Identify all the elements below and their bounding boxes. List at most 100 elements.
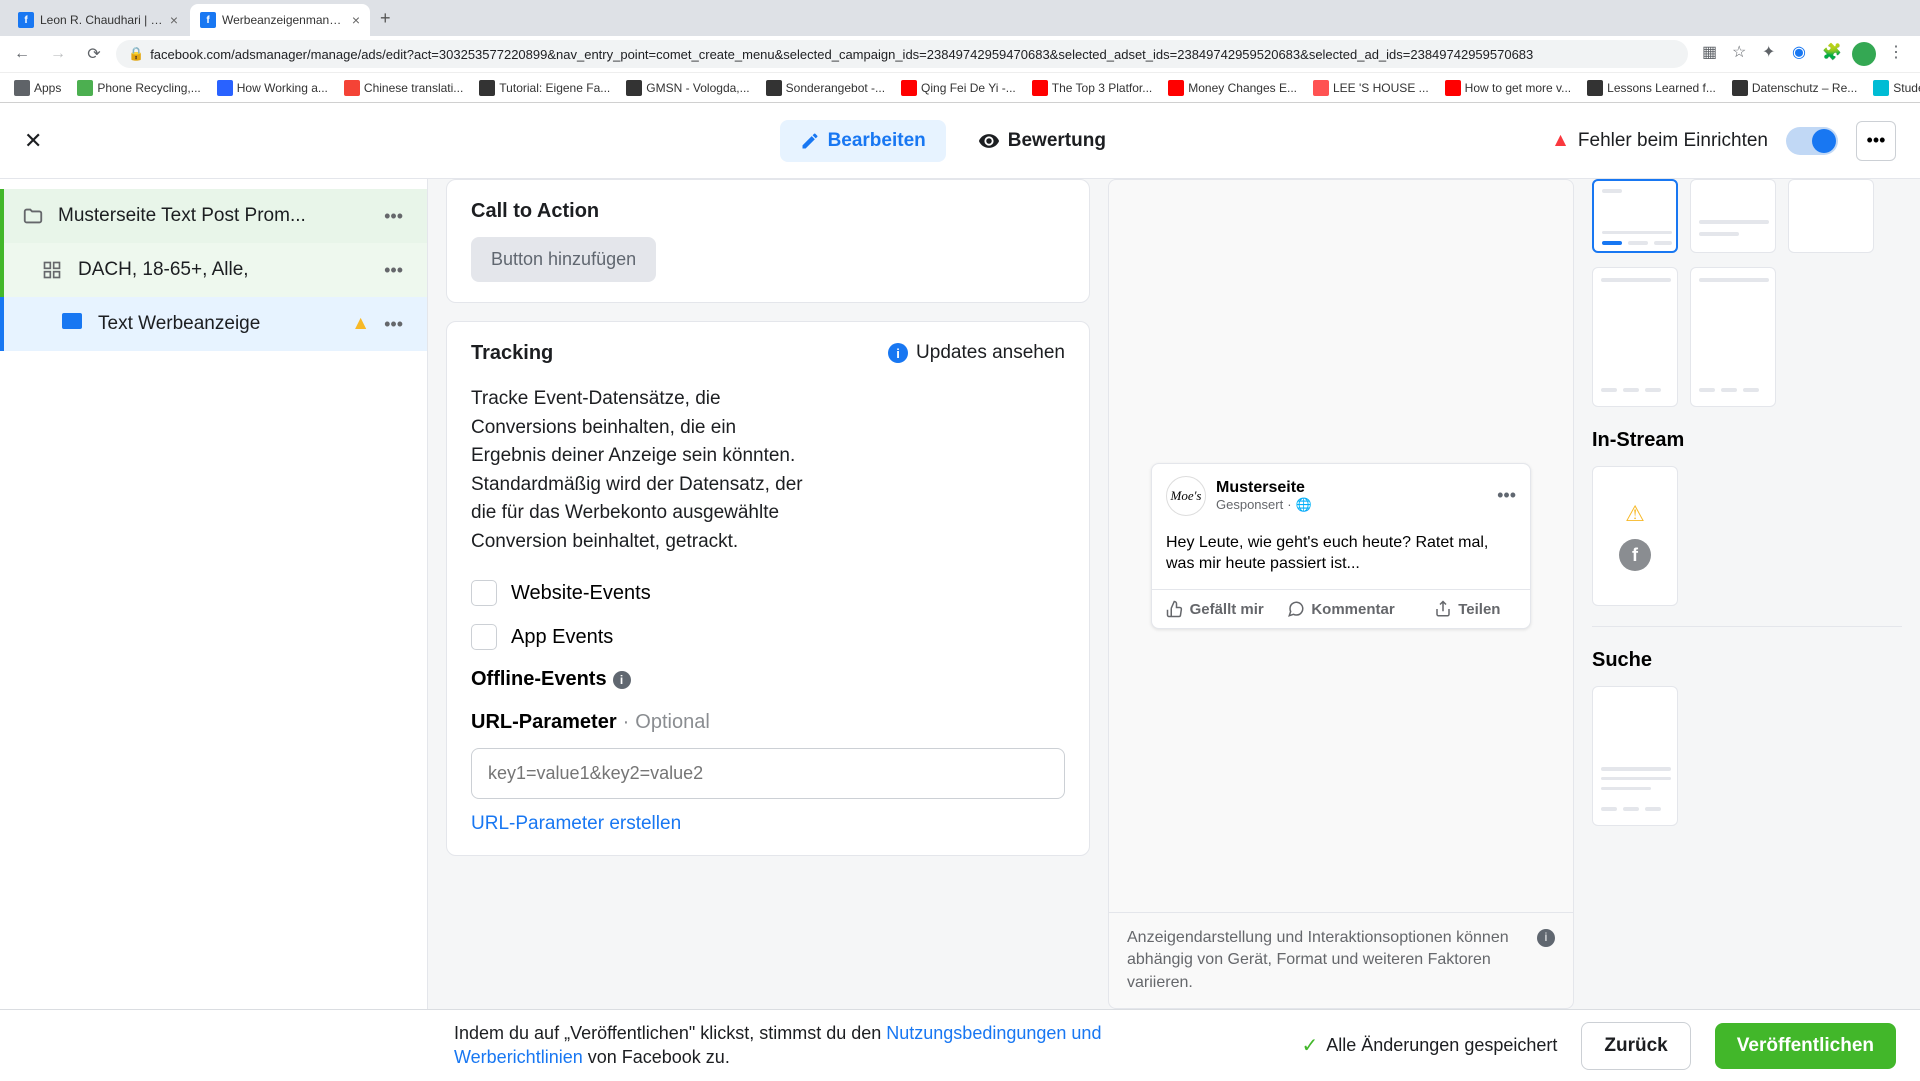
offline-events-label: Offline-Events i [471,668,1065,691]
placement-thumbnails: In-Stream ⚠ f Suche [1592,179,1902,1009]
toggle-knob [1812,129,1836,153]
app-events-checkbox[interactable] [471,624,497,650]
item-menu-icon[interactable]: ••• [378,206,409,227]
pencil-icon [800,131,820,151]
publish-button[interactable]: Veröffentlichen [1715,1023,1896,1069]
header-right: ▲ Fehler beim Einrichten ••• [1551,121,1896,161]
avatar: Moe's [1166,476,1206,516]
saved-status: ✓ Alle Änderungen gespeichert [1301,1033,1557,1058]
qr-icon[interactable]: ▦ [1702,42,1720,60]
tree-label: Musterseite Text Post Prom... [58,205,378,227]
post-menu-icon[interactable]: ••• [1497,485,1516,506]
placement-thumb[interactable] [1690,267,1776,407]
add-cta-button[interactable]: Button hinzufügen [471,237,656,282]
bookmark-item[interactable]: Money Changes E... [1162,78,1303,98]
info-icon[interactable]: i [613,671,631,689]
back-icon[interactable]: ← [8,40,36,68]
extension-icon[interactable]: ◉ [1792,42,1810,60]
bookmark-item[interactable]: Qing Fei De Yi -... [895,78,1022,98]
preview-disclaimer: Anzeigendarstellung und Interaktionsopti… [1109,912,1573,1008]
warning-icon: ⚠ [1625,501,1645,527]
menu-icon[interactable]: ⋮ [1888,42,1906,60]
tree-ad-active[interactable]: Text Werbeanzeige ▲ ••• [0,297,427,351]
search-heading: Suche [1592,649,1902,672]
back-button[interactable]: Zurück [1581,1022,1690,1070]
like-button[interactable]: Gefällt mir [1152,590,1277,628]
image-icon [62,313,86,335]
profile-icon[interactable] [1852,42,1876,66]
tracking-description: Tracke Event-Datensätze, die Conversions… [471,385,811,556]
bookmark-item[interactable]: Datenschutz – Re... [1726,78,1863,98]
close-icon[interactable]: ✕ [24,128,42,154]
bookmark-item[interactable]: Student Wants an... [1867,78,1920,98]
comment-button[interactable]: Kommentar [1277,590,1404,628]
campaign-tree: Musterseite Text Post Prom... ••• DACH, … [0,179,428,1009]
extension-icon[interactable]: ✦ [1762,42,1780,60]
bookmark-item[interactable]: Tutorial: Eigene Fa... [473,78,616,98]
placement-thumb[interactable] [1592,179,1678,253]
post-text: Hey Leute, wie geht's euch heute? Ratet … [1152,528,1530,589]
new-tab-button[interactable]: + [372,8,399,29]
bookmark-item[interactable]: LEE 'S HOUSE ... [1307,78,1435,98]
bookmark-item[interactable]: Chinese translati... [338,78,469,98]
info-icon: i [888,343,908,363]
url-params-input[interactable] [471,748,1065,799]
tree-adset[interactable]: DACH, 18-65+, Alle, ••• [0,243,427,297]
folder-icon [22,205,46,227]
facebook-icon: f [1619,539,1651,571]
bookmark-item[interactable]: The Top 3 Platfor... [1026,78,1159,98]
tab-edit[interactable]: Bearbeiten [780,120,946,162]
url-input[interactable]: 🔒 facebook.com/adsmanager/manage/ads/edi… [116,40,1688,68]
placement-thumb[interactable] [1592,686,1678,826]
star-icon[interactable]: ☆ [1732,42,1750,60]
forward-icon[interactable]: → [44,40,72,68]
post-header: Moe's Musterseite Gesponsert·🌐 ••• [1152,464,1530,528]
preview-toggle[interactable] [1786,127,1838,155]
item-menu-icon[interactable]: ••• [378,314,409,335]
extension-icon[interactable]: 🧩 [1822,42,1840,60]
mode-tabs: Bearbeiten Bewertung [780,120,1126,162]
bookmark-item[interactable]: Sonderangebot -... [760,78,891,98]
website-events-checkbox[interactable] [471,580,497,606]
cta-card: Call to Action Button hinzufügen [446,179,1090,303]
app-events-row: App Events [471,624,1065,650]
cta-heading: Call to Action [471,200,1065,223]
placement-thumb[interactable] [1788,179,1874,253]
share-icon [1434,600,1452,618]
placement-thumb[interactable] [1690,179,1776,253]
more-button[interactable]: ••• [1856,121,1896,161]
close-icon[interactable]: × [352,12,360,28]
form-panel: Call to Action Button hinzufügen Trackin… [428,179,1108,1009]
tracking-card: Tracking i Updates ansehen Tracke Event-… [446,321,1090,856]
updates-link[interactable]: i Updates ansehen [888,342,1065,364]
placement-thumb[interactable] [1592,267,1678,407]
check-icon: ✓ [1301,1033,1318,1058]
globe-icon: 🌐 [1296,497,1312,513]
tree-label: Text Werbeanzeige [98,313,351,335]
error-status: ▲ Fehler beim Einrichten [1551,130,1768,152]
grid-icon [42,260,66,280]
post-sponsored: Gesponsert·🌐 [1216,497,1312,513]
bookmark-item[interactable]: How to get more v... [1439,78,1577,98]
app-header: ✕ Werbeanzeige Text Werbeanzeige Bearbei… [0,103,1920,179]
create-url-params-link[interactable]: URL-Parameter erstellen [471,813,1065,835]
bookmark-item[interactable]: GMSN - Vologda,... [620,78,755,98]
item-menu-icon[interactable]: ••• [378,260,409,281]
like-icon [1166,600,1184,618]
preview-main: Moe's Musterseite Gesponsert·🌐 ••• Hey L… [1108,179,1574,1009]
facebook-favicon: f [18,12,34,28]
tree-campaign[interactable]: Musterseite Text Post Prom... ••• [0,189,427,243]
url-params-label: URL-Parameter · Optional [471,711,1065,734]
share-button[interactable]: Teilen [1405,590,1530,628]
apps-button[interactable]: Apps [8,78,67,98]
website-events-row: Website-Events [471,580,1065,606]
instream-thumb[interactable]: ⚠ f [1592,466,1678,606]
updates-label: Updates ansehen [916,342,1065,364]
tab-review[interactable]: Bewertung [958,120,1126,162]
info-icon[interactable]: i [1537,929,1555,947]
preview-body: Moe's Musterseite Gesponsert·🌐 ••• Hey L… [1109,180,1573,912]
bookmark-item[interactable]: Lessons Learned f... [1581,78,1722,98]
post-actions: Gefällt mir Kommentar Teilen [1152,589,1530,628]
tracking-heading: Tracking [471,342,553,365]
divider [1592,626,1902,627]
